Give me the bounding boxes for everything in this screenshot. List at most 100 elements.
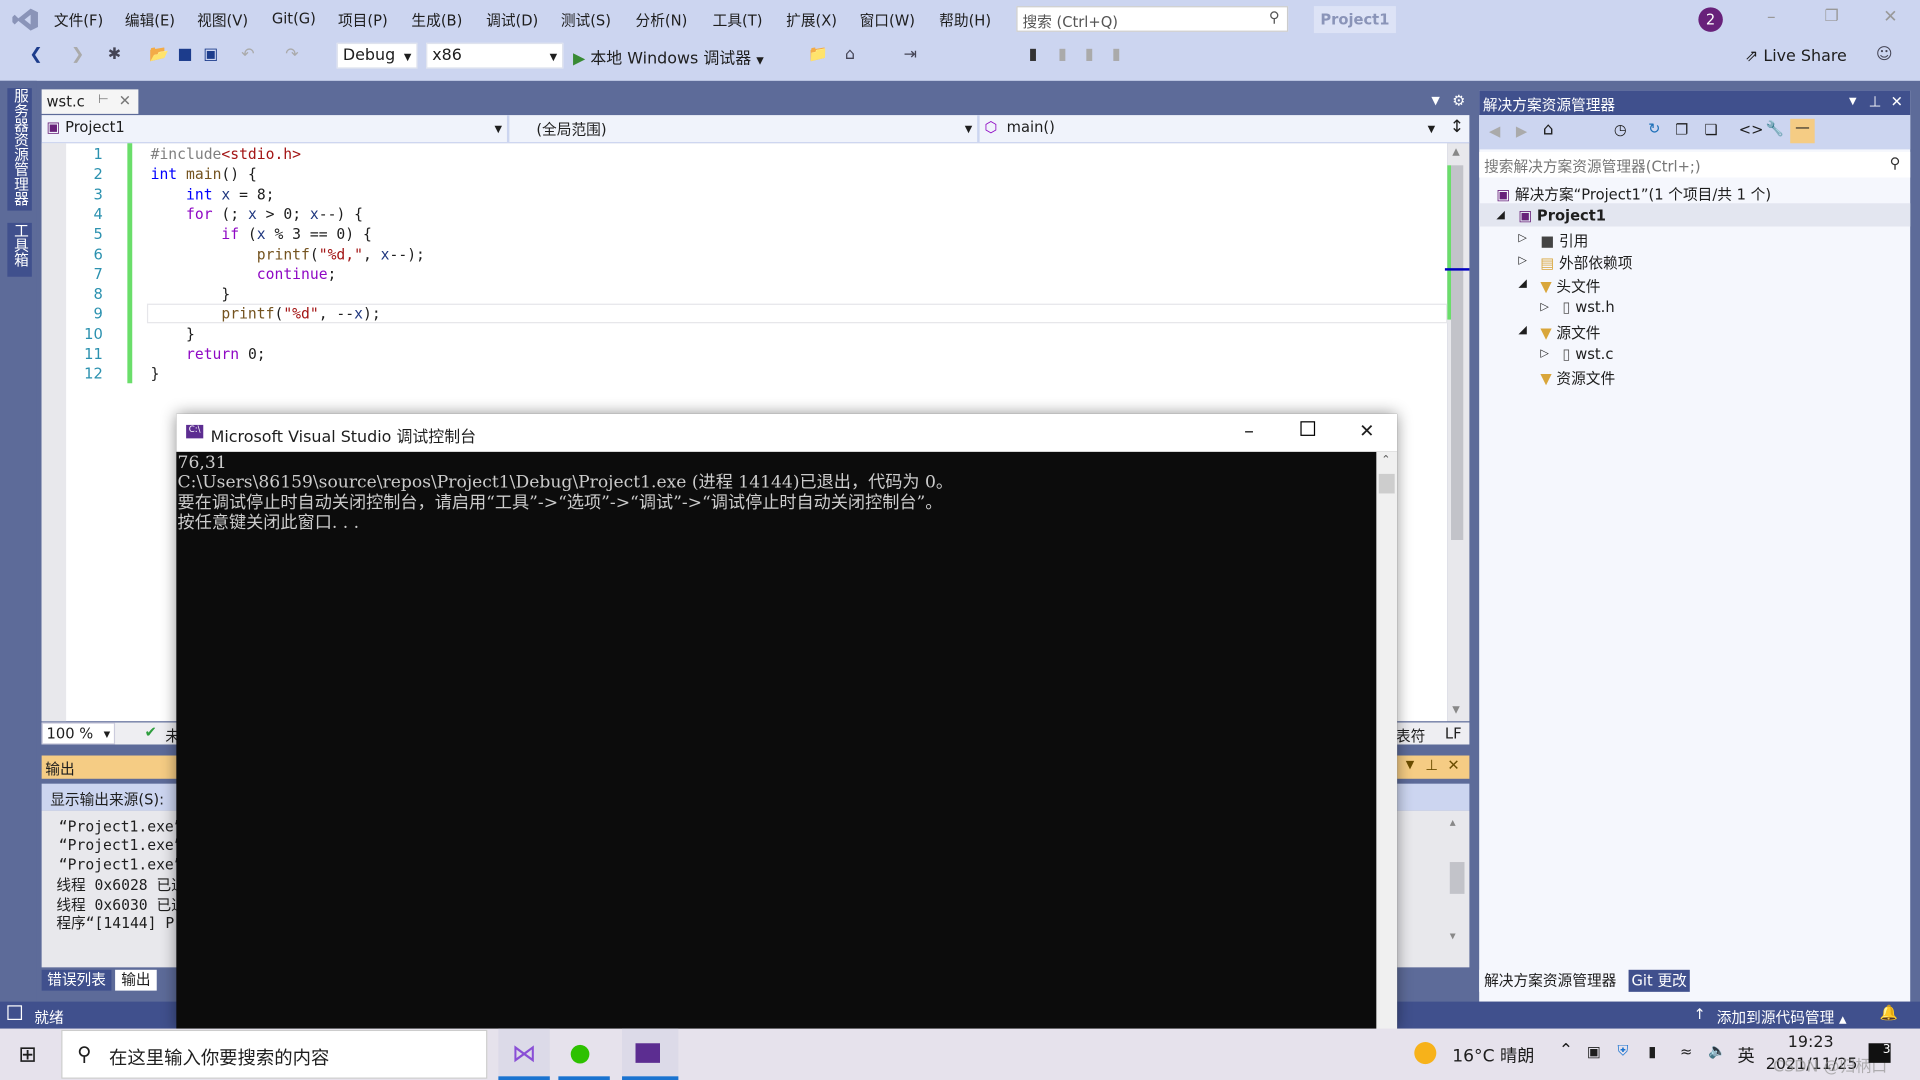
step-icon[interactable]: ⇥ — [904, 45, 917, 63]
pin-icon[interactable]: ⊢ — [98, 93, 109, 106]
minimize-button[interactable]: – — [1244, 419, 1254, 442]
scroll-up-icon[interactable]: ▲ — [1452, 146, 1460, 157]
debug-console-window[interactable]: C:\ Microsoft Visual Studio 调试控制台 – ✕ 76… — [176, 413, 1398, 1030]
zoom-dropdown[interactable]: 100 % ▼ — [41, 722, 116, 745]
next-bookmark-icon[interactable]: ▮ — [1085, 45, 1094, 63]
notification-badge[interactable]: 2 — [1698, 7, 1723, 32]
code-line[interactable]: } — [151, 365, 160, 382]
gear-icon[interactable]: ⚙ — [1452, 92, 1465, 109]
wrench-icon[interactable]: 🔧 — [1766, 120, 1784, 137]
code-line[interactable]: if (x % 3 == 0) { — [151, 226, 371, 243]
scroll-down-icon[interactable]: ▼ — [1452, 704, 1460, 715]
menu-item[interactable]: 窗口(W) — [860, 10, 915, 31]
volume-icon[interactable]: 🔈 — [1708, 1042, 1726, 1059]
close-tab-icon[interactable]: ✕ — [119, 92, 131, 109]
wifi-icon[interactable]: ≈ — [1680, 1043, 1692, 1060]
menu-item[interactable]: Git(G) — [272, 10, 316, 27]
resource-files-node[interactable]: ▼ 资源文件 — [1540, 368, 1615, 389]
code-line[interactable]: return 0; — [151, 345, 266, 362]
code-line[interactable]: int main() { — [151, 166, 257, 183]
file-wst-c[interactable]: ▷ ▯ wst.c — [1540, 345, 1613, 362]
add-to-source-control-button[interactable]: 添加到源代码管理 ▲ — [1717, 1007, 1847, 1028]
expand-arrow-icon[interactable]: ▷ — [1518, 232, 1526, 244]
scope-dropdown[interactable]: (全局范围) ▼ — [536, 119, 972, 140]
solution-node[interactable]: ▣ 解决方案“Project1”(1 个项目/共 1 个) — [1496, 184, 1771, 205]
bell-icon[interactable]: 🔔 — [1880, 1004, 1898, 1021]
forward-icon[interactable]: ❯ — [71, 45, 84, 63]
show-all-icon[interactable]: ❏ — [1704, 121, 1717, 138]
scroll-thumb[interactable] — [1449, 862, 1465, 894]
references-node[interactable]: ▷ ■ 引用 — [1518, 230, 1588, 251]
toolbox-tab[interactable]: 工具箱 — [7, 222, 32, 277]
home-icon[interactable]: ⌂ — [1543, 120, 1554, 140]
preview-icon[interactable]: — — [1790, 118, 1815, 144]
collapse-arrow-icon[interactable]: ◢ — [1518, 278, 1526, 290]
back-icon[interactable]: ❮ — [29, 45, 42, 63]
menu-item[interactable]: 调试(D) — [486, 10, 538, 31]
maximize-button[interactable] — [1300, 421, 1316, 436]
scroll-thumb[interactable] — [1378, 473, 1395, 494]
ime-indicator[interactable]: 英 — [1738, 1043, 1755, 1067]
undo-icon[interactable]: ↶ — [241, 45, 254, 63]
live-share-button[interactable]: ⇗ Live Share — [1745, 48, 1847, 66]
clear-bookmarks-icon[interactable]: ▮ — [1112, 45, 1121, 63]
console-output[interactable]: 76,31 C:\Users\86159\source\repos\Projec… — [178, 453, 953, 533]
close-button[interactable]: ✕ — [1883, 7, 1897, 27]
tab-error-list[interactable]: 错误列表 — [41, 969, 112, 991]
dropdown-icon[interactable]: ▼ — [1849, 96, 1857, 107]
pin-icon[interactable]: ⊥ — [1425, 757, 1438, 774]
menu-item[interactable]: 项目(P) — [338, 10, 388, 31]
security-shield-icon[interactable]: ⛨ — [1618, 1042, 1629, 1060]
bookmark-icon[interactable]: ▮ — [1029, 45, 1038, 63]
code-line[interactable]: int x = 8; — [151, 186, 275, 203]
back-icon[interactable]: ◀ — [1489, 122, 1500, 139]
open-folder-icon[interactable]: 📂 — [149, 45, 169, 63]
tabs-status[interactable]: 表符 — [1396, 725, 1425, 746]
expand-arrow-icon[interactable]: ▷ — [1540, 301, 1548, 313]
collapse-arrow-icon[interactable]: ◢ — [1496, 209, 1504, 221]
scroll-thumb[interactable] — [1451, 165, 1464, 541]
member-dropdown[interactable]: ⬡ main() ▼ — [984, 119, 1435, 136]
menu-item[interactable]: 帮助(H) — [939, 10, 991, 31]
code-line[interactable]: continue; — [151, 265, 337, 282]
pin-icon[interactable]: ⊥ — [1869, 93, 1882, 110]
console-scrollbar[interactable]: ⌃ — [1376, 451, 1398, 1030]
solution-search-input[interactable]: 搜索解决方案资源管理器(Ctrl+;) ⚲ — [1479, 151, 1911, 178]
restore-button[interactable]: ❐ — [1824, 7, 1838, 25]
prev-bookmark-icon[interactable]: ▮ — [1058, 45, 1067, 63]
code-line[interactable]: } — [151, 285, 230, 302]
minimize-button[interactable]: – — [1767, 7, 1776, 27]
menu-item[interactable]: 分析(N) — [636, 10, 688, 31]
windows-start-icon[interactable]: ⊞ — [18, 1042, 36, 1068]
file-wst-h[interactable]: ▷ ▯ wst.h — [1540, 299, 1614, 316]
sync-icon[interactable]: ↻ — [1648, 120, 1660, 137]
taskbar-search-input[interactable]: ⚲ 在这里输入你要搜索的内容 — [61, 1029, 488, 1079]
configuration-dropdown[interactable]: Debug ▼ — [336, 42, 418, 69]
close-panel-icon[interactable]: ✕ — [1447, 757, 1459, 774]
menu-item[interactable]: 文件(F) — [54, 10, 103, 31]
visual-studio-taskbar-button[interactable]: ⋈ — [498, 1028, 550, 1080]
view-code-icon[interactable]: <> — [1739, 121, 1764, 138]
menu-item[interactable]: 工具(T) — [713, 10, 763, 31]
scroll-up-icon[interactable]: ▲ — [1450, 817, 1456, 828]
menu-item[interactable]: 扩展(X) — [786, 10, 837, 31]
chevron-up-icon[interactable]: ⌃ — [1559, 1041, 1573, 1061]
scroll-down-icon[interactable]: ▼ — [1450, 931, 1456, 942]
code-line[interactable]: printf("%d", --x); — [151, 305, 380, 322]
notification-center-icon[interactable]: 3 — [1868, 1043, 1891, 1063]
menu-item[interactable]: 生成(B) — [411, 10, 462, 31]
dropdown-icon[interactable]: ▼ — [1406, 759, 1414, 771]
save-icon[interactable]: ■ — [178, 45, 193, 63]
header-files-node[interactable]: ◢ ▼ 头文件 — [1518, 276, 1600, 297]
battery-icon[interactable]: ▮ — [1648, 1043, 1656, 1060]
code-line[interactable]: for (; x > 0; x--) { — [151, 206, 363, 223]
history-icon[interactable]: ◷ — [1614, 121, 1627, 138]
search-input[interactable]: 搜索 (Ctrl+Q) ⚲ — [1016, 6, 1289, 32]
start-debugging-button[interactable]: ▶ 本地 Windows 调试器 ▼ — [573, 45, 764, 68]
new-project-icon[interactable]: ✱ — [108, 45, 121, 63]
split-icon[interactable]: ↕ — [1450, 118, 1464, 138]
collapse-icon[interactable]: ❐ — [1675, 121, 1688, 138]
menu-item[interactable]: 视图(V) — [197, 10, 248, 31]
find-in-files-icon[interactable]: 📁 — [808, 45, 828, 63]
tray-app-icon[interactable]: ▣ — [1587, 1043, 1601, 1060]
